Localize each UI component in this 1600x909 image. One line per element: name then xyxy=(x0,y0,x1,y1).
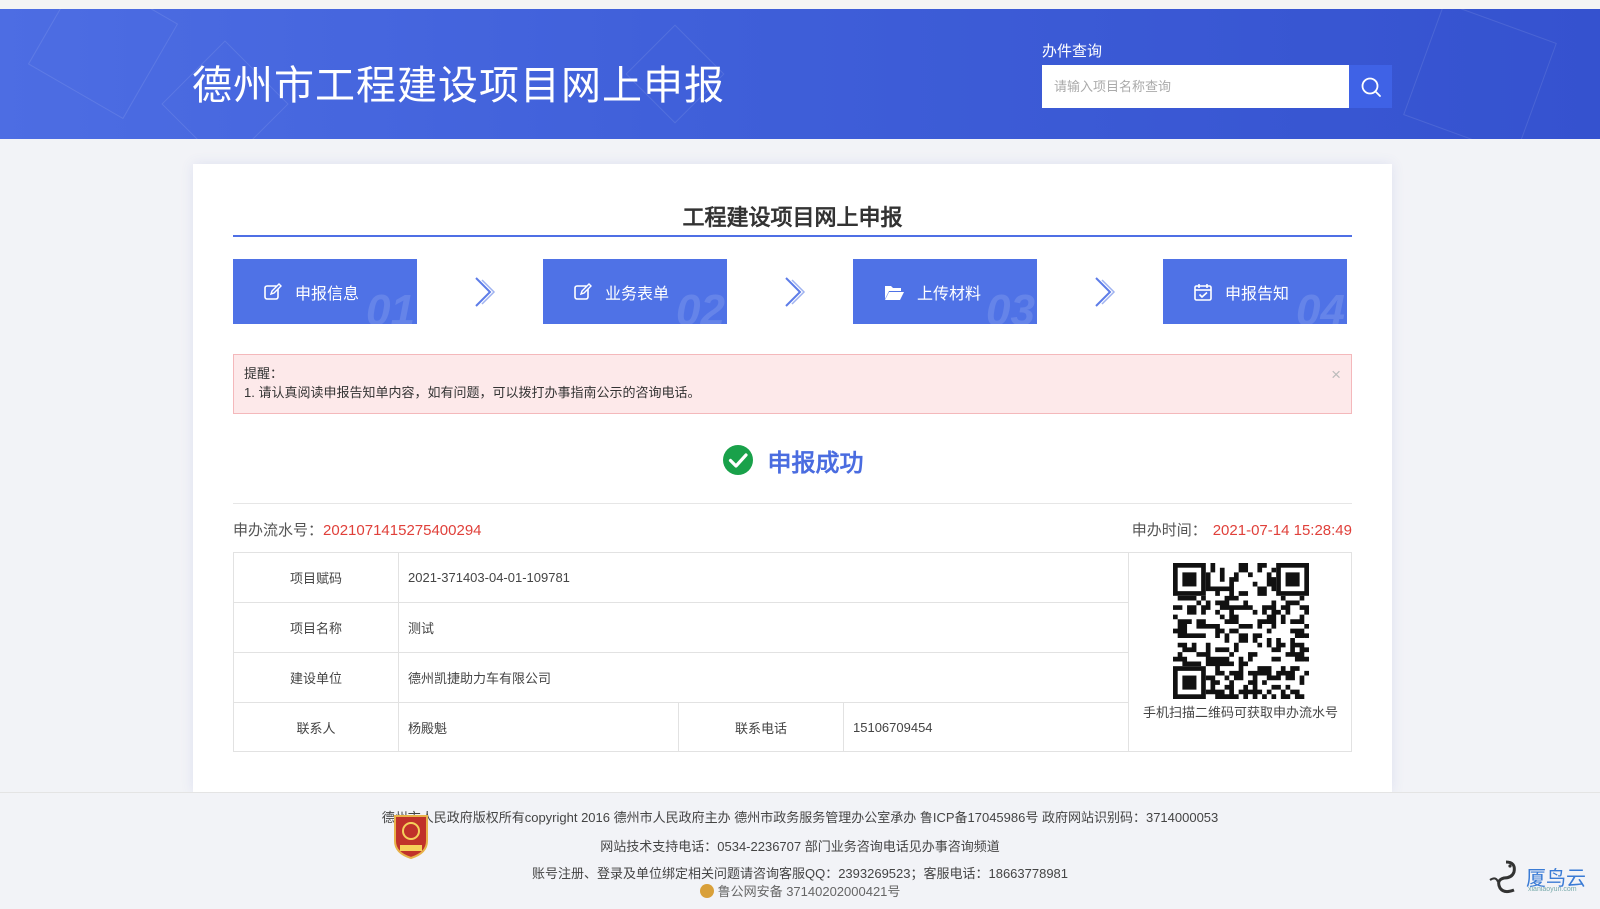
search-input[interactable] xyxy=(1042,65,1349,108)
site-title: 德州市工程建设项目网上申报 xyxy=(192,63,725,109)
search-button[interactable] xyxy=(1349,65,1392,108)
party-gov-badge-icon[interactable] xyxy=(392,813,430,859)
close-icon[interactable]: × xyxy=(1331,365,1341,385)
flow-label: 申办流水号： xyxy=(233,522,324,539)
step-number: 03 xyxy=(986,286,1035,324)
bird-logo-icon xyxy=(1489,860,1516,894)
chevron-right-icon xyxy=(475,277,496,307)
search-label: 办件查询 xyxy=(1042,43,1103,60)
header-decoration xyxy=(1403,9,1557,139)
qr-area: 手机扫描二维码可获取申办流水号 xyxy=(1129,553,1352,751)
footer-police: 鲁公网安备 37140202000421号 xyxy=(0,881,1600,900)
folder-open-icon xyxy=(885,285,904,300)
step-business-form[interactable]: 业务表单 02 xyxy=(543,259,727,324)
chevron-right-icon xyxy=(785,277,806,307)
step-apply-notice[interactable]: 申报告知 04 xyxy=(1163,259,1347,324)
site-header: 德州市工程建设项目网上申报 办件查询 xyxy=(0,9,1600,139)
success-text: 申报成功 xyxy=(767,449,864,477)
step-number: 04 xyxy=(1296,286,1345,324)
search-box xyxy=(1042,65,1392,108)
step-label: 申报信息 xyxy=(295,285,360,303)
alert-title: 提醒： xyxy=(244,366,284,381)
step-number: 01 xyxy=(366,286,415,324)
construction-unit-value: 德州凯捷助力车有限公司 xyxy=(399,653,1129,703)
calendar-check-icon xyxy=(1194,283,1212,301)
step-upload-materials[interactable]: 上传材料 03 xyxy=(853,259,1037,324)
step-label: 业务表单 xyxy=(605,285,670,303)
phone-label: 联系电话 xyxy=(679,703,844,751)
edit-icon xyxy=(264,282,282,300)
step-number: 02 xyxy=(676,286,725,324)
step-label: 申报告知 xyxy=(1225,285,1290,303)
brand-sub: xianiaoyun.com xyxy=(1528,886,1577,893)
footer-service: 账号注册、登录及单位绑定相关问题请咨询客服QQ：2393269523；客服电话：… xyxy=(531,866,1069,881)
flow-number: 申办流水号：2021071415275400294 xyxy=(233,519,482,540)
main-card: 工程建设项目网上申报 申报信息 01 业务表单 02 上传材料 03 申报告知 … xyxy=(193,164,1392,792)
apply-time: 申办时间： 2021-07-14 15:28:49 xyxy=(1132,519,1352,540)
divider xyxy=(233,503,1352,504)
qr-finder xyxy=(1173,563,1206,596)
contact-label: 联系人 xyxy=(234,703,399,751)
time-value: 2021-07-14 15:28:49 xyxy=(1212,522,1352,539)
time-label: 申办时间： xyxy=(1131,522,1207,539)
reminder-alert: 提醒： 1. 请认真阅读申报告知单内容，如有问题，可以拨打办事指南公示的咨询电话… xyxy=(233,354,1352,414)
step-label: 上传材料 xyxy=(917,285,982,303)
brand-watermark: 厦鸟云 xianiaoyun.com xyxy=(1486,852,1586,900)
footer-support: 网站技术支持电话：0534-2236707 部门业务咨询电话见办事咨询频道 xyxy=(600,839,1000,854)
footer-copyright: 德州市人民政府版权所有copyright 2016 德州市人民政府主办 德州市政… xyxy=(381,810,1219,825)
footer-police-text: 鲁公网安备 37140202000421号 xyxy=(717,884,901,899)
project-name-value: 测试 xyxy=(399,603,1129,653)
alert-message: 1. 请认真阅读申报告知单内容，如有问题，可以拨打办事指南公示的咨询电话。 xyxy=(244,385,701,400)
flow-value: 2021071415275400294 xyxy=(323,522,482,539)
site-footer: 德州市人民政府版权所有copyright 2016 德州市人民政府主办 德州市政… xyxy=(0,792,1600,909)
check-circle-icon xyxy=(722,445,753,475)
project-name-label: 项目名称 xyxy=(234,603,399,653)
qr-code xyxy=(1173,563,1309,699)
search-icon xyxy=(1361,77,1381,97)
project-code-label: 项目赋码 xyxy=(234,553,399,603)
success-banner: 申报成功 xyxy=(233,442,1352,478)
police-badge-icon xyxy=(699,884,714,898)
qr-finder xyxy=(1276,563,1309,596)
header-decoration xyxy=(27,9,179,120)
card-title: 工程建设项目网上申报 xyxy=(682,205,903,230)
top-strip xyxy=(0,0,1600,9)
title-underline xyxy=(233,235,1352,237)
chevron-right-icon xyxy=(1095,277,1116,307)
qr-caption: 手机扫描二维码可获取申办流水号 xyxy=(1142,705,1338,720)
construction-unit-label: 建设单位 xyxy=(234,653,399,703)
edit-icon xyxy=(574,282,592,300)
project-code-value: 2021-371403-04-01-109781 xyxy=(399,553,1129,603)
step-apply-info[interactable]: 申报信息 01 xyxy=(233,259,417,324)
project-info-table: 项目赋码 2021-371403-04-01-109781 项目名称 测试 建设… xyxy=(233,552,1352,752)
phone-value: 15106709454 xyxy=(844,703,1129,751)
qr-finder xyxy=(1173,666,1206,699)
contact-value: 杨殿魁 xyxy=(399,703,679,751)
